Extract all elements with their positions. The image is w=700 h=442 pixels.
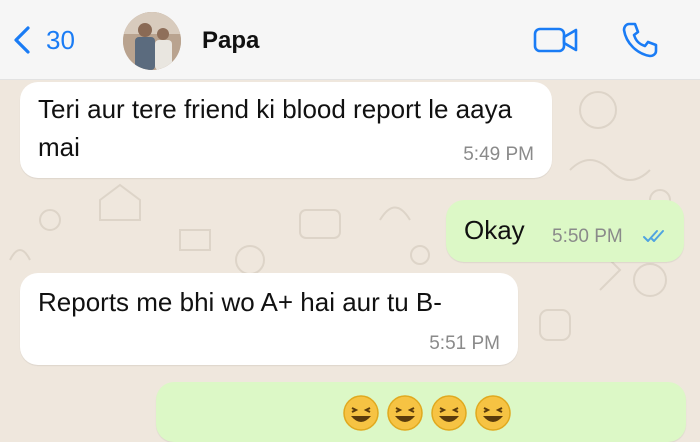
chat-header: 30 Papa — [0, 0, 700, 80]
phone-icon[interactable] — [620, 20, 660, 60]
message-text: Okay — [464, 215, 525, 245]
message-text: Teri aur tere friend ki blood report le … — [38, 94, 513, 162]
message-bubble-incoming[interactable]: Teri aur tere friend ki blood report le … — [20, 82, 552, 178]
unread-count: 30 — [46, 24, 75, 55]
chat-area[interactable]: Teri aur tere friend ki blood report le … — [0, 80, 700, 442]
message-bubble-outgoing[interactable]: Okay 5:50 PM — [446, 200, 684, 262]
message-bubble-incoming[interactable]: Reports me bhi wo A+ hai aur tu B- 5:51 … — [20, 273, 518, 365]
message-timestamp: 5:51 PM — [429, 333, 500, 354]
back-button[interactable]: 30 — [10, 22, 75, 58]
contact-name[interactable]: Papa — [202, 27, 259, 55]
double-check-icon — [643, 230, 664, 242]
message-timestamp: 5:49 PM — [463, 144, 534, 165]
message-bubble-outgoing[interactable] — [156, 382, 686, 442]
video-call-icon[interactable] — [532, 24, 580, 56]
message-timestamp: 5:50 PM — [552, 226, 623, 247]
message-text: Reports me bhi wo A+ hai aur tu B- — [38, 287, 442, 317]
chevron-left-icon — [14, 26, 30, 54]
avatar[interactable] — [123, 12, 181, 70]
